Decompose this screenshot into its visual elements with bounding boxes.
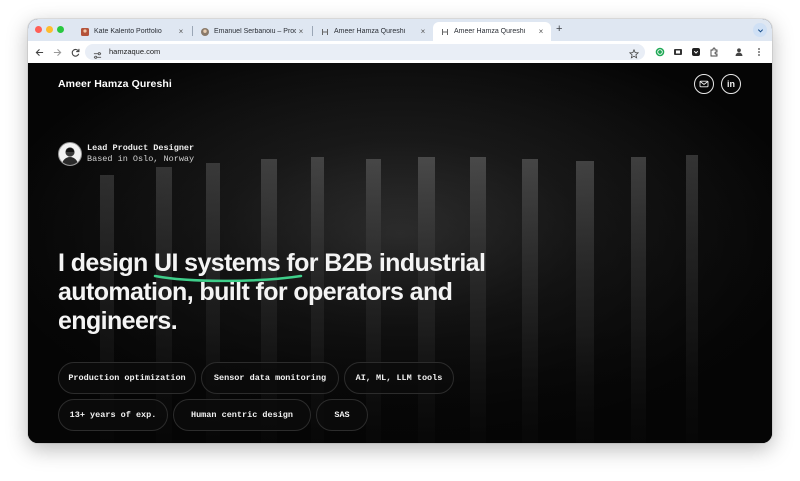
browser-window: Kate Kalento Portfolio × Emanuel Serbano…: [28, 19, 772, 443]
address-bar[interactable]: hamzaque.com: [85, 44, 645, 60]
h-favicon-icon: [321, 28, 329, 36]
hero-headline: I design UI systems for B2B industrial a…: [58, 249, 498, 336]
tab-search-chevron-icon[interactable]: [753, 23, 767, 37]
profile-role: Lead Product Designer: [87, 143, 195, 153]
tab-close-icon[interactable]: ×: [418, 27, 428, 36]
whatsapp-extension-icon[interactable]: [654, 46, 666, 58]
h-favicon-icon: [441, 28, 449, 36]
extension-icon[interactable]: [672, 46, 684, 58]
tab-ameer-hamza-qureshi[interactable]: Ameer Hamza Qureshi ×: [313, 22, 433, 41]
tag-years-experience[interactable]: 13+ years of exp.: [58, 399, 168, 431]
tag-ai-ml-llm-tools[interactable]: AI, ML, LLM tools: [344, 362, 454, 394]
pocket-extension-icon[interactable]: [690, 46, 702, 58]
menu-icon[interactable]: [753, 46, 765, 58]
browser-toolbar: hamzaque.com: [28, 41, 772, 63]
site-brand-name[interactable]: Ameer Hamza Qureshi: [58, 78, 172, 90]
avatar-favicon-icon: [201, 27, 209, 36]
tab-close-icon[interactable]: ×: [536, 27, 546, 36]
profile-avatar: [58, 142, 82, 166]
highlight-underline: [153, 274, 303, 283]
tag-sas[interactable]: SAS: [316, 399, 368, 431]
puzzle-extensions-icon[interactable]: [708, 46, 720, 58]
zoom-window-button[interactable]: [57, 26, 64, 33]
bookmark-star-icon[interactable]: [628, 46, 640, 64]
linkedin-icon[interactable]: in: [721, 74, 741, 94]
mail-icon[interactable]: [694, 74, 714, 94]
tab-bar: Kate Kalento Portfolio × Emanuel Serbano…: [28, 19, 772, 41]
profile-icon[interactable]: [733, 46, 745, 58]
forward-icon[interactable]: [51, 46, 63, 58]
tab-emanuel-serbanoiu[interactable]: Emanuel Serbanoiu – Product… ×: [193, 22, 311, 41]
tag-production-optimization[interactable]: Production optimization: [58, 362, 196, 394]
tab-kate-kalento[interactable]: Kate Kalento Portfolio ×: [73, 22, 191, 41]
tab-title: Emanuel Serbanoiu – Product…: [214, 28, 296, 35]
headline-highlight: UI systems: [153, 249, 303, 283]
window-controls: [35, 26, 64, 33]
portfolio-favicon-icon: [81, 27, 89, 36]
tag-human-centric-design[interactable]: Human centric design: [173, 399, 311, 431]
tab-close-icon[interactable]: ×: [176, 27, 186, 36]
back-icon[interactable]: [33, 46, 45, 58]
profile-location: Based in Oslo, Norway: [87, 154, 195, 164]
reload-icon[interactable]: [69, 46, 81, 58]
url-text: hamzaque.com: [109, 47, 161, 56]
web-page: Ameer Hamza Qureshi in Lead Product Desi…: [28, 63, 772, 443]
close-window-button[interactable]: [35, 26, 42, 33]
minimize-window-button[interactable]: [46, 26, 53, 33]
tab-ameer-hamza-qureshi-active[interactable]: Ameer Hamza Qureshi ×: [433, 22, 551, 41]
tab-title: Ameer Hamza Qureshi: [454, 28, 526, 35]
tab-close-icon[interactable]: ×: [296, 27, 306, 36]
tag-sensor-data-monitoring[interactable]: Sensor data monitoring: [201, 362, 339, 394]
tab-title: Ameer Hamza Qureshi: [334, 28, 406, 35]
headline-intro: I design: [58, 249, 155, 277]
tab-title: Kate Kalento Portfolio: [94, 28, 162, 35]
new-tab-button[interactable]: +: [556, 23, 562, 35]
